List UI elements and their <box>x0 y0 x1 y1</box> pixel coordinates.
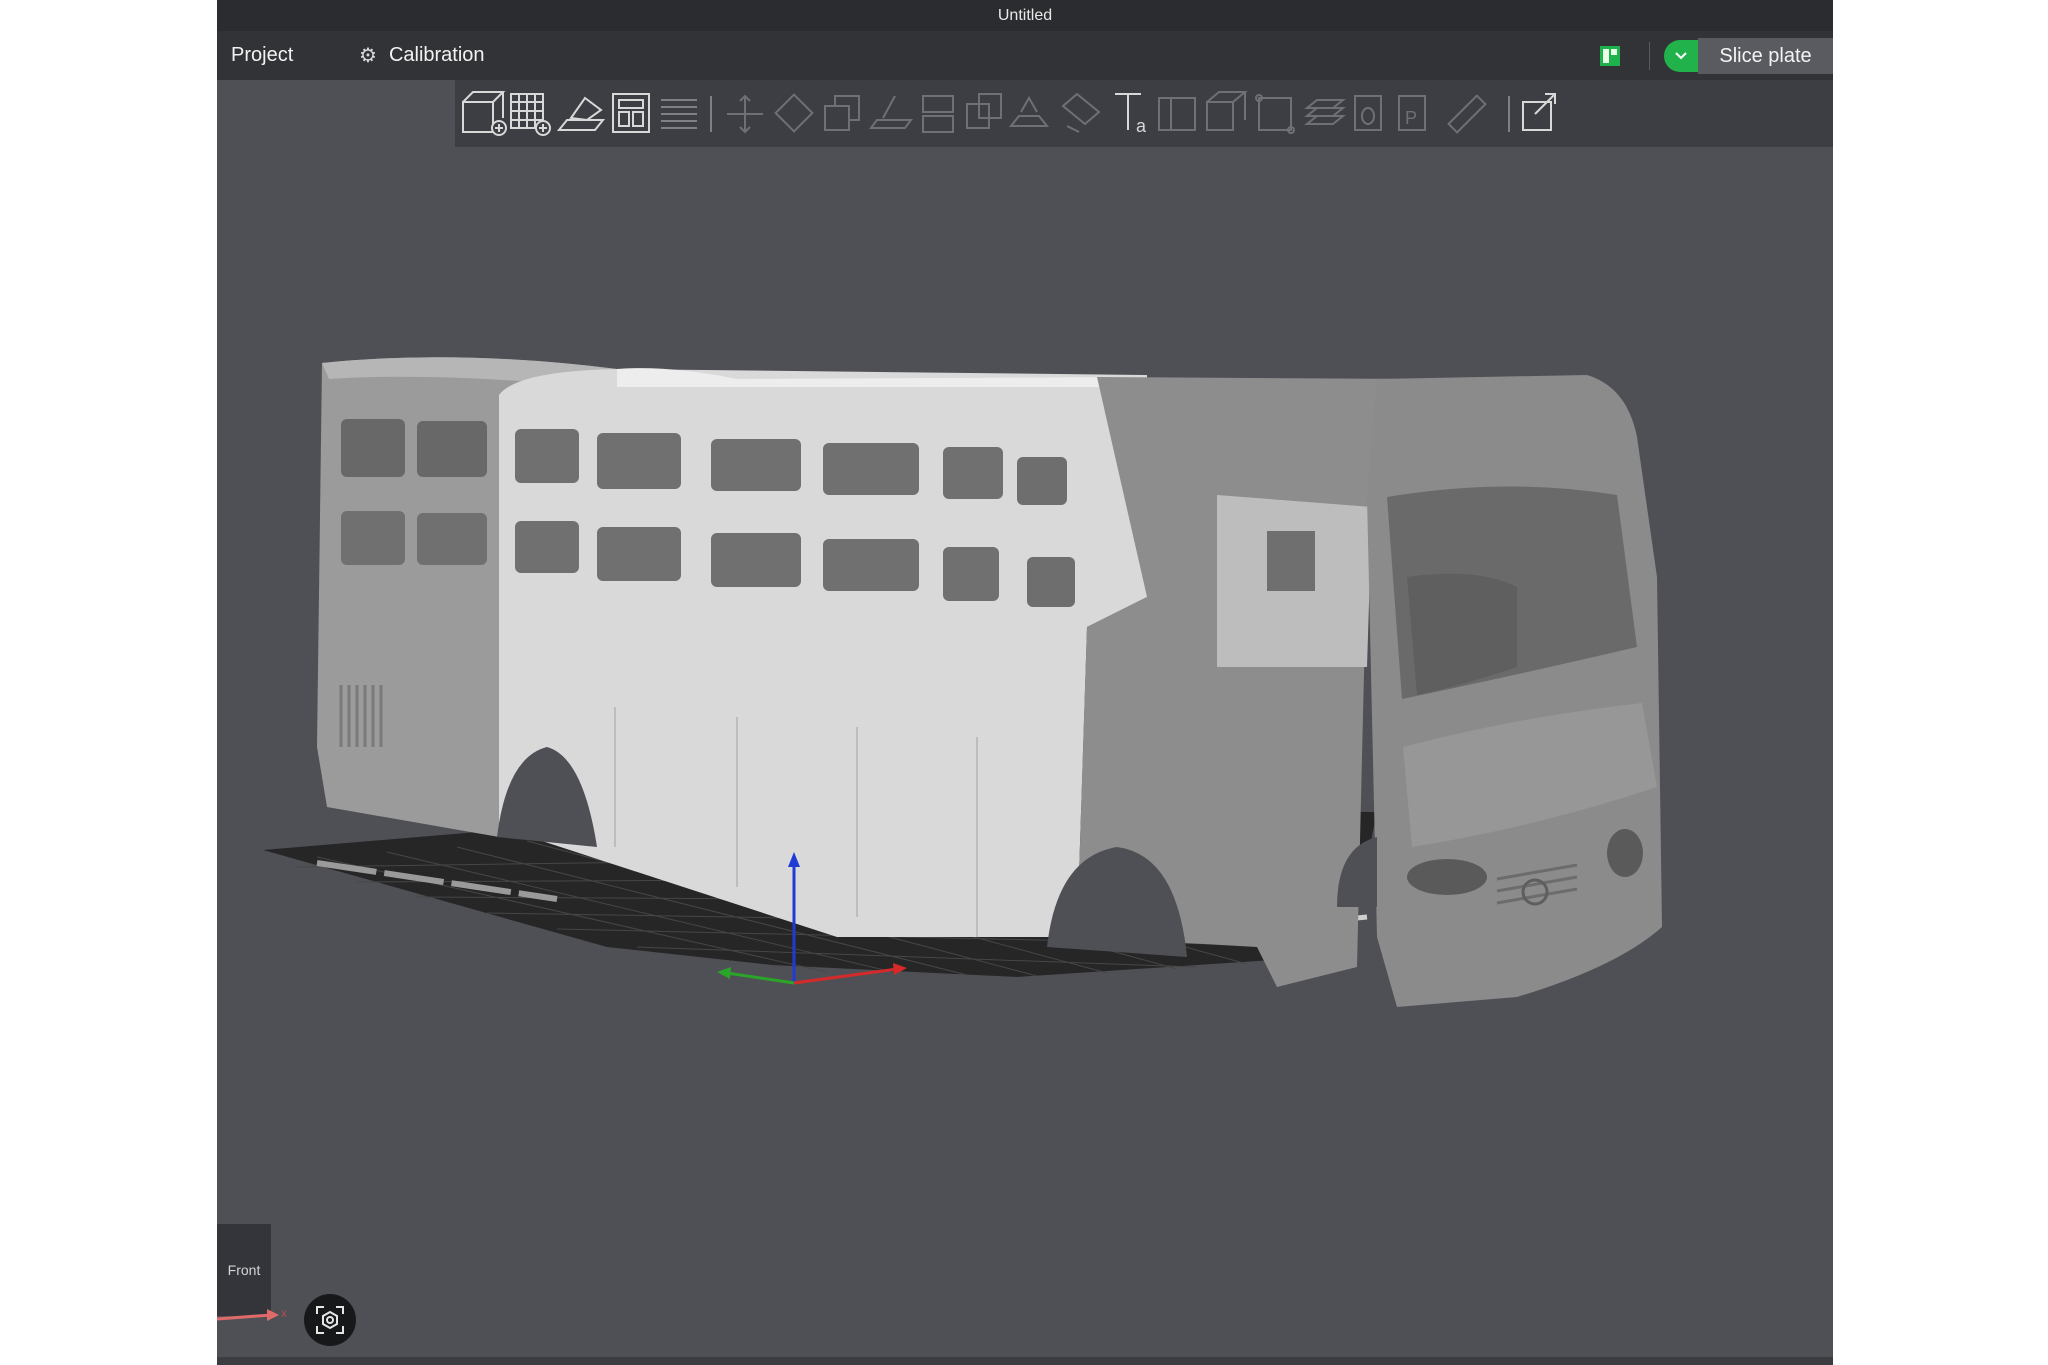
move-icon[interactable] <box>727 94 763 134</box>
arrange-icon[interactable] <box>612 93 650 133</box>
calibration-tab[interactable]: ⚙ Calibration <box>359 31 485 80</box>
layers-icon[interactable] <box>1304 99 1346 125</box>
object-o-icon[interactable] <box>1354 95 1382 131</box>
x-axis-label: x <box>281 1306 287 1320</box>
x-axis-indicator: x <box>217 1306 287 1321</box>
main-toolbar: a P <box>455 80 1833 147</box>
3d-viewport[interactable] <box>217 147 1833 1365</box>
cut-icon[interactable] <box>922 95 954 133</box>
camera-reset-button[interactable] <box>304 1294 356 1346</box>
export-icon[interactable] <box>1522 93 1556 131</box>
project-tab-label: Project <box>231 44 294 66</box>
title-bar: Untitled <box>217 0 1833 31</box>
view-cube-icon[interactable] <box>1206 91 1248 131</box>
rotate-icon[interactable] <box>774 93 814 133</box>
menubar-separator <box>1649 42 1650 70</box>
menu-bar: Project ⚙ Calibration <box>217 31 1833 80</box>
add-plate-icon[interactable] <box>510 93 551 136</box>
slice-plate-label: Slice plate <box>1719 44 1812 67</box>
layout-panels-icon[interactable] <box>1599 45 1621 67</box>
project-tab[interactable]: Project <box>231 31 293 80</box>
slicer-app-window: Untitled Project ⚙ Calibration Slice pla… <box>217 0 1833 1365</box>
calibration-tab-label: Calibration <box>388 44 485 66</box>
add-object-icon[interactable] <box>462 91 507 136</box>
auto-orient-icon[interactable] <box>556 96 606 131</box>
text-icon[interactable]: a <box>1115 93 1147 136</box>
gear-icon: ⚙ <box>359 45 377 67</box>
slice-dropdown-toggle[interactable] <box>1664 40 1698 72</box>
window-title: Untitled <box>997 6 1053 24</box>
ruler-icon[interactable] <box>1447 94 1487 134</box>
boolean-icon[interactable] <box>966 93 1002 129</box>
status-strip <box>217 1357 1833 1365</box>
view-orientation-cube[interactable]: Front <box>217 1224 271 1316</box>
measure-frame-icon[interactable] <box>1255 94 1295 134</box>
object-p-icon[interactable]: P <box>1398 95 1426 131</box>
chevron-down-icon <box>1675 52 1687 60</box>
lay-on-face-icon[interactable] <box>869 95 913 129</box>
support-paint-icon[interactable] <box>1008 95 1050 127</box>
camera-reset-icon <box>316 1306 344 1334</box>
svg-text:a: a <box>1136 116 1147 136</box>
bus-middle-section <box>499 368 1147 937</box>
seam-paint-icon[interactable] <box>1061 92 1101 133</box>
split-layers-icon[interactable] <box>661 99 697 129</box>
nav-cube-face-label: Front <box>227 1262 261 1278</box>
svg-text:P: P <box>1405 108 1417 128</box>
slice-plate-button[interactable]: Slice plate <box>1698 38 1833 74</box>
bus-front-cab-section <box>1367 375 1662 1007</box>
scale-icon[interactable] <box>824 95 860 131</box>
assembly-icon[interactable] <box>1158 97 1196 131</box>
